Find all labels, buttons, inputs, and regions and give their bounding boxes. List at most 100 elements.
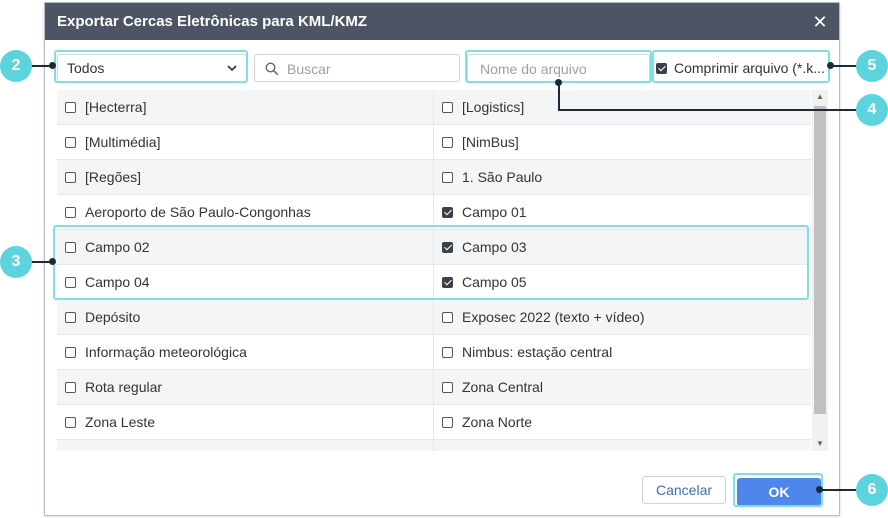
list-row: Depósito Exposec 2022 (texto + vídeo) — [57, 300, 811, 335]
item-checkbox[interactable] — [65, 241, 76, 253]
item-checkbox[interactable] — [65, 171, 76, 183]
item-checkbox[interactable] — [65, 346, 76, 358]
item-label: Campo 02 — [85, 239, 150, 255]
item-label: Campo 03 — [462, 239, 527, 255]
compress-label: Comprimir arquivo (*.k... — [674, 60, 825, 76]
list-row: [Multimédia] [NimBus] — [57, 125, 811, 160]
scrollbar-thumb[interactable] — [814, 106, 826, 414]
cancel-button[interactable]: Cancelar — [642, 476, 726, 504]
item-checkbox[interactable] — [442, 171, 453, 183]
geofence-item[interactable]: Exposec 2022 (texto + vídeo) — [434, 300, 811, 334]
dialog-titlebar: Exportar Cercas Eletrônicas para KML/KMZ… — [45, 3, 839, 40]
item-checkbox[interactable] — [442, 416, 453, 428]
scroll-up-icon[interactable]: ▲ — [812, 90, 828, 104]
search-box — [254, 54, 460, 83]
geofence-item[interactable]: Zona Norte — [434, 405, 811, 439]
item-label: Aeroporto de São Paulo-Congonhas — [85, 204, 311, 220]
geofence-item[interactable]: Campo 04 — [57, 265, 434, 299]
item-checkbox[interactable] — [65, 311, 76, 323]
geofence-item[interactable]: 1. São Paulo — [434, 160, 811, 194]
geofence-item[interactable]: [Hecterra] — [57, 90, 434, 124]
item-label: Zona Norte — [462, 414, 533, 430]
item-label: Depósito — [85, 309, 141, 325]
item-checkbox[interactable] — [442, 206, 453, 218]
ok-button[interactable]: OK — [737, 478, 821, 506]
item-checkbox[interactable] — [65, 206, 76, 218]
geofence-item[interactable]: [NimBus] — [434, 125, 811, 159]
geofence-item[interactable]: Zona Central — [434, 370, 811, 404]
item-label: Informação meteorológica — [85, 344, 247, 360]
scroll-down-icon[interactable]: ▼ — [812, 437, 828, 451]
item-checkbox[interactable] — [442, 381, 453, 393]
filter-dropdown[interactable]: Todos — [57, 54, 247, 82]
geofence-item[interactable]: Depósito — [57, 300, 434, 334]
compress-option[interactable]: Comprimir arquivo (*.k... — [656, 55, 828, 81]
geofence-item[interactable]: Campo 02 — [57, 230, 434, 264]
geofence-list: [Hecterra] [Logistics] [Multimédia] [NimBus… — [57, 90, 811, 451]
item-label: Exposec 2022 (texto + vídeo) — [462, 309, 645, 325]
item-label: Zona Leste — [85, 414, 156, 430]
geofence-item[interactable]: Aeroporto de São Paulo-Congonhas — [57, 195, 434, 229]
filename-box — [467, 54, 650, 83]
list-row: Campo 04 Campo 05 — [57, 265, 811, 300]
item-checkbox[interactable] — [442, 276, 453, 288]
geofence-item[interactable]: Zona Leste — [57, 405, 434, 439]
list-row: [Regões] 1. São Paulo — [57, 160, 811, 195]
item-label: [NimBus] — [462, 134, 519, 150]
item-label: Campo 04 — [85, 274, 150, 290]
filter-dropdown-value: Todos — [67, 60, 105, 76]
search-icon — [265, 62, 279, 76]
geofence-item[interactable]: [Regões] — [57, 160, 434, 194]
callout-2: 2 — [0, 50, 32, 82]
callout-5: 5 — [856, 50, 888, 82]
item-checkbox[interactable] — [442, 346, 453, 358]
item-label: [Hecterra] — [85, 99, 147, 115]
geofence-item[interactable]: [Logistics] — [434, 90, 811, 124]
callout-6: 6 — [856, 474, 888, 506]
export-dialog: Exportar Cercas Eletrônicas para KML/KMZ… — [44, 2, 840, 516]
callout-3: 3 — [0, 246, 32, 278]
list-row: Zona Leste Zona Norte — [57, 405, 811, 440]
item-label: Zona Central — [462, 379, 543, 395]
list-row: Aeroporto de São Paulo-Congonhas Campo 01 — [57, 195, 811, 230]
list-scrollbar[interactable]: ▲ ▼ — [812, 90, 828, 451]
item-label: [Multimédia] — [85, 134, 161, 150]
item-checkbox[interactable] — [442, 241, 453, 253]
geofence-item[interactable]: Informação meteorológica — [57, 335, 434, 369]
item-label: Campo 01 — [462, 204, 527, 220]
item-label: [Logistics] — [462, 99, 525, 115]
close-icon[interactable]: ✕ — [809, 11, 831, 33]
geofence-item[interactable]: Campo 05 — [434, 265, 811, 299]
item-label: 1. São Paulo — [462, 169, 543, 185]
list-row: [Hecterra] [Logistics] — [57, 90, 811, 125]
callout-4: 4 — [856, 94, 888, 126]
chevron-down-icon — [227, 65, 237, 72]
filename-input[interactable] — [478, 55, 647, 83]
item-label: [Regões] — [85, 169, 142, 185]
item-checkbox[interactable] — [65, 101, 76, 113]
geofence-item — [57, 440, 434, 451]
item-checkbox[interactable] — [65, 416, 76, 428]
list-row: Rota regular Zona Central — [57, 370, 811, 405]
item-label: Nimbus: estação central — [462, 344, 613, 360]
search-input[interactable] — [285, 55, 459, 83]
item-checkbox[interactable] — [442, 311, 453, 323]
item-label: Campo 05 — [462, 274, 527, 290]
compress-checkbox[interactable] — [656, 62, 667, 74]
item-checkbox[interactable] — [65, 276, 76, 288]
item-checkbox[interactable] — [65, 136, 76, 148]
item-label: Rota regular — [85, 379, 163, 395]
geofence-item — [434, 440, 811, 451]
geofence-item[interactable]: Campo 03 — [434, 230, 811, 264]
geofence-item[interactable]: Rota regular — [57, 370, 434, 404]
item-checkbox[interactable] — [65, 381, 76, 393]
list-row: Informação meteorológica Nimbus: estação … — [57, 335, 811, 370]
item-checkbox[interactable] — [442, 101, 453, 113]
dialog-title: Exportar Cercas Eletrônicas para KML/KMZ — [57, 13, 368, 30]
list-row — [57, 440, 811, 451]
geofence-item[interactable]: Nimbus: estação central — [434, 335, 811, 369]
list-row: Campo 02 Campo 03 — [57, 230, 811, 265]
item-checkbox[interactable] — [442, 136, 453, 148]
geofence-item[interactable]: [Multimédia] — [57, 125, 434, 159]
geofence-item[interactable]: Campo 01 — [434, 195, 811, 229]
